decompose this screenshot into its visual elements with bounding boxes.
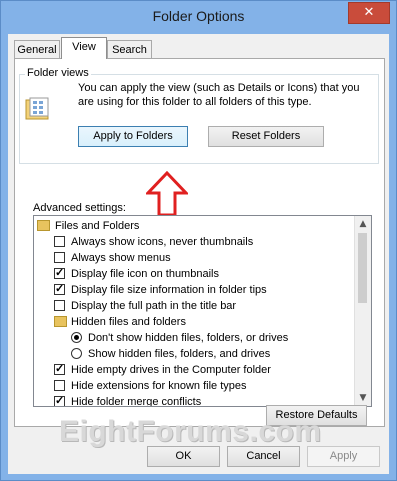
checkbox[interactable] [54,252,65,263]
option-label: Always show icons, never thumbnails [71,236,254,248]
scroll-thumb[interactable] [358,233,367,303]
tree-item-label: Hidden files and folders [71,316,186,328]
vertical-scrollbar[interactable]: ▲ ▼ [354,216,371,406]
scroll-down-icon[interactable]: ▼ [355,390,371,406]
option-label: Hide folder merge conflicts [71,396,202,407]
view-tab-panel: Folder views You can apply the view (suc… [14,58,385,427]
folder-icon [54,316,67,327]
close-button[interactable]: ✕ [348,2,390,24]
option-label: Always show menus [71,252,171,264]
dialog-client: General View Search Folder views You can… [8,34,389,474]
up-arrow-icon [146,171,188,217]
option-label: Display file icon on thumbnails [71,268,219,280]
ok-button[interactable]: OK [147,446,220,467]
option-label: Display file size information in folder … [71,284,267,296]
advanced-settings-tree[interactable]: Files and Folders Always show icons, nev… [33,215,372,407]
folder-views-label: Folder views [25,67,91,79]
option-label: Hide empty drives in the Computer folder [71,364,271,376]
option-label: Hide extensions for known file types [71,380,247,392]
title-bar[interactable]: Folder Options ✕ [1,1,396,34]
radio-button[interactable] [71,332,82,343]
option-label: Show hidden files, folders, and drives [88,348,271,360]
checkbox[interactable] [54,380,65,391]
eightforums-watermark: EightForums.com [59,415,322,448]
checkbox[interactable] [54,361,65,377]
tree-item-label: Files and Folders [55,220,140,232]
folder-view-icon [25,97,49,120]
tab-search[interactable]: Search [107,40,152,58]
window-title: Folder Options [152,8,245,24]
reset-folders-button[interactable]: Reset Folders [208,126,324,147]
folder-icon [37,220,50,231]
radio-button[interactable] [71,348,82,359]
option-label: Don't show hidden files, folders, or dri… [88,332,289,344]
checkbox[interactable] [54,236,65,247]
checkbox[interactable] [54,265,65,281]
tab-view[interactable]: View [61,37,107,59]
folder-views-description: You can apply the view (such as Details … [78,82,360,108]
folder-options-window: Folder Options ✕ General View Search Fol… [0,0,397,481]
advanced-settings-label: Advanced settings: [33,202,126,214]
checkbox[interactable] [54,393,65,406]
folder-views-group: Folder views You can apply the view (suc… [19,67,379,164]
cancel-button[interactable]: Cancel [227,446,300,467]
option-label: Display the full path in the title bar [71,300,237,312]
scroll-up-icon[interactable]: ▲ [355,216,371,232]
checkbox[interactable] [54,281,65,297]
apply-button[interactable]: Apply [307,446,380,467]
apply-to-folders-button[interactable]: Apply to Folders [78,126,188,147]
tab-general[interactable]: General [14,40,60,58]
checkbox[interactable] [54,300,65,311]
